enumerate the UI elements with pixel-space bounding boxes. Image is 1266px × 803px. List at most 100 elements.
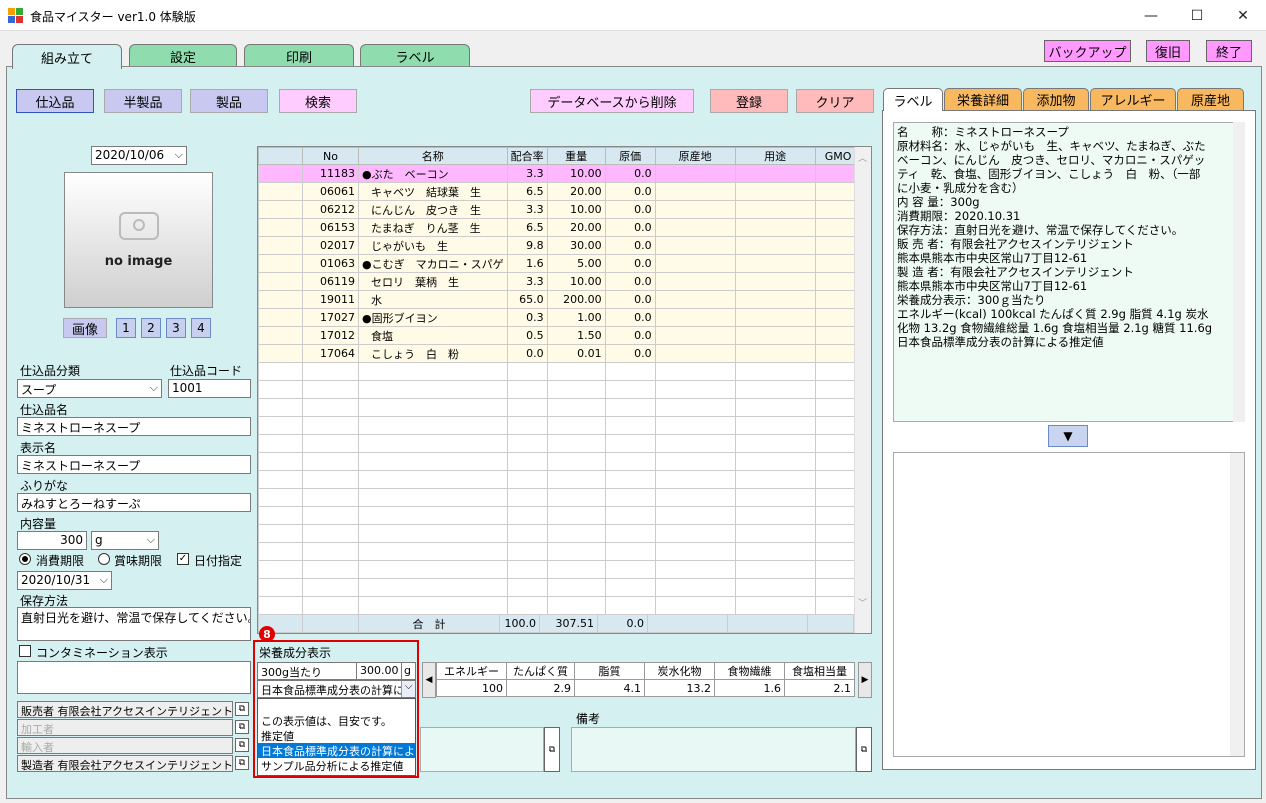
grid-cell[interactable] — [546, 470, 606, 489]
header-rate[interactable]: 配合率 — [506, 147, 548, 165]
rtab-additives[interactable]: 添加物 — [1023, 88, 1089, 110]
empty-row[interactable] — [258, 452, 862, 471]
grid-cell[interactable] — [506, 542, 548, 561]
grid-cell[interactable] — [654, 524, 736, 543]
grid-cell[interactable] — [654, 164, 736, 183]
clear-button[interactable]: クリア — [796, 89, 874, 113]
table-row[interactable]: 17027 ●固形ブイヨン 0.3 1.00 0.0 — [258, 308, 862, 327]
grid-cell[interactable] — [734, 578, 816, 597]
grid-cell[interactable] — [358, 416, 508, 435]
grid-cell[interactable] — [654, 182, 736, 201]
grid-cell[interactable] — [258, 290, 303, 309]
nutri-value-fiber[interactable]: 1.6 — [714, 679, 785, 697]
image-slot-1[interactable]: 1 — [116, 318, 136, 338]
cell-name[interactable]: ●ぶた ベーコン — [358, 164, 508, 183]
cell-cost[interactable]: 0.0 — [604, 344, 656, 363]
grid-cell[interactable] — [734, 506, 816, 525]
table-row[interactable]: 06212 にんじん 皮つき 生 3.3 10.00 0.0 — [258, 200, 862, 219]
cell-rate[interactable]: 3.3 — [506, 200, 548, 219]
grid-cell[interactable] — [258, 308, 303, 327]
contamination-checkbox[interactable] — [19, 645, 31, 657]
rtab-origin[interactable]: 原産地 — [1177, 88, 1244, 110]
cell-no[interactable]: 17064 — [302, 344, 359, 363]
empty-row[interactable] — [258, 434, 862, 453]
grid-cell[interactable] — [358, 470, 508, 489]
header-no[interactable]: No — [302, 147, 359, 165]
grid-cell[interactable] — [734, 344, 816, 363]
grid-cell[interactable] — [734, 326, 816, 345]
grid-cell[interactable] — [506, 416, 548, 435]
grid-cell[interactable] — [546, 578, 606, 597]
grid-cell[interactable] — [302, 560, 359, 579]
grid-cell[interactable] — [302, 398, 359, 417]
grid-cell[interactable] — [258, 398, 303, 417]
chevron-down-icon[interactable]: ﹀ — [858, 596, 867, 609]
grid-cell[interactable] — [302, 488, 359, 507]
cell-rate[interactable]: 65.0 — [506, 290, 548, 309]
copy-icon[interactable]: ⧉ — [856, 727, 872, 772]
grid-scrollbar[interactable]: ︿ ﹀ — [854, 147, 871, 633]
grid-cell[interactable] — [546, 542, 606, 561]
copy-icon[interactable]: ⧉ — [235, 738, 249, 752]
header-origin[interactable]: 原産地 — [654, 147, 736, 165]
dropdown-option-selected[interactable]: 日本食品標準成分表の計算による推定値 — [258, 743, 415, 758]
grid-cell[interactable] — [546, 560, 606, 579]
scroll-left-icon[interactable]: ◀ — [422, 662, 436, 698]
grid-cell[interactable] — [302, 524, 359, 543]
close-button[interactable]: ✕ — [1220, 0, 1266, 31]
grid-cell[interactable] — [546, 434, 606, 453]
grid-cell[interactable] — [506, 470, 548, 489]
grid-cell[interactable] — [734, 434, 816, 453]
cell-no[interactable]: 02017 — [302, 236, 359, 255]
grid-cell[interactable] — [258, 434, 303, 453]
grid-cell[interactable] — [302, 380, 359, 399]
cell-no[interactable]: 01063 — [302, 254, 359, 273]
header-cost[interactable]: 原価 — [604, 147, 656, 165]
grid-cell[interactable] — [734, 398, 816, 417]
header-name[interactable]: 名称 — [358, 147, 508, 165]
exit-button[interactable]: 終了 — [1206, 40, 1252, 62]
empty-row[interactable] — [258, 470, 862, 489]
delete-from-db-button[interactable]: データベースから削除 — [530, 89, 694, 113]
cell-cost[interactable]: 0.0 — [604, 254, 656, 273]
manufacturer-field[interactable]: 製造者 有限会社アクセスインテリジェント — [17, 755, 233, 772]
expiry-radio-1[interactable] — [19, 553, 31, 565]
cell-no[interactable]: 17012 — [302, 326, 359, 345]
grid-cell[interactable] — [654, 506, 736, 525]
rtab-label[interactable]: ラベル — [883, 88, 943, 111]
copy-icon[interactable]: ⧉ — [235, 756, 249, 770]
grid-cell[interactable] — [654, 596, 736, 615]
image-slot-4[interactable]: 4 — [191, 318, 211, 338]
table-row[interactable]: 11183 ●ぶた ベーコン 3.3 10.00 0.0 — [258, 164, 862, 183]
nutri-value-energy[interactable]: 100 — [436, 679, 507, 697]
grid-cell[interactable] — [654, 380, 736, 399]
empty-row[interactable] — [258, 416, 862, 435]
grid-cell[interactable] — [506, 506, 548, 525]
cell-cost[interactable]: 0.0 — [604, 182, 656, 201]
product-image[interactable]: no image — [64, 172, 213, 308]
grid-cell[interactable] — [258, 236, 303, 255]
grid-cell[interactable] — [358, 524, 508, 543]
grid-cell[interactable] — [654, 308, 736, 327]
cell-name[interactable]: ●固形ブイヨン — [358, 308, 508, 327]
copy-icon[interactable]: ⧉ — [235, 702, 249, 716]
grid-cell[interactable] — [654, 416, 736, 435]
grid-cell[interactable] — [654, 470, 736, 489]
chevron-up-icon[interactable]: ︿ — [858, 151, 867, 164]
cell-cost[interactable]: 0.0 — [604, 308, 656, 327]
cell-weight[interactable]: 5.00 — [546, 254, 606, 273]
grid-cell[interactable] — [604, 596, 656, 615]
header-usage[interactable]: 用途 — [734, 147, 816, 165]
empty-row[interactable] — [258, 524, 862, 543]
grid-cell[interactable] — [258, 182, 303, 201]
grid-cell[interactable] — [258, 416, 303, 435]
cell-weight[interactable]: 200.00 — [546, 290, 606, 309]
grid-cell[interactable] — [358, 452, 508, 471]
seller-field[interactable]: 販売者 有限会社アクセスインテリジェント — [17, 701, 233, 718]
cell-name[interactable]: 水 — [358, 290, 508, 309]
grid-cell[interactable] — [734, 290, 816, 309]
grid-cell[interactable] — [604, 380, 656, 399]
grid-cell[interactable] — [734, 254, 816, 273]
grid-cell[interactable] — [734, 380, 816, 399]
grid-cell[interactable] — [604, 416, 656, 435]
